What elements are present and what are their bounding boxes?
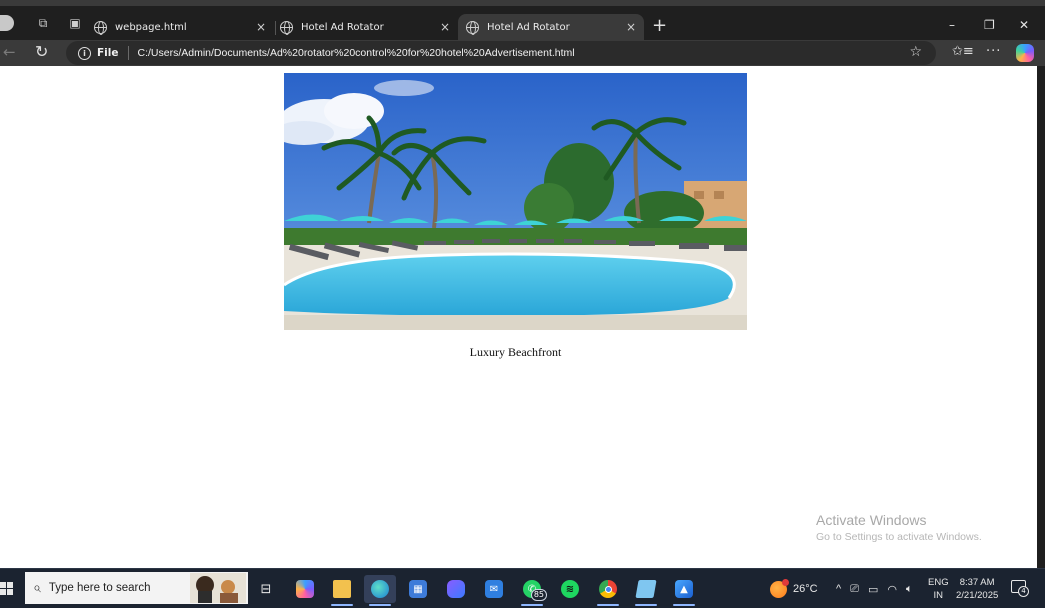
whatsapp-badge: 85: [530, 589, 547, 601]
ad-caption: Luxury Beachfront: [469, 345, 562, 359]
notepad-icon[interactable]: [630, 575, 662, 606]
scheme-label: File: [97, 47, 119, 59]
microsoft-store-icon[interactable]: ▦: [402, 575, 434, 603]
activate-windows-title: Activate Windows: [816, 512, 927, 528]
back-icon[interactable]: ←: [3, 43, 16, 61]
task-view-icon[interactable]: ⊟: [250, 575, 282, 603]
address-bar[interactable]: i File C:/Users/Admin/Documents/Ad%20rot…: [66, 41, 936, 65]
spotify-icon[interactable]: ≋: [554, 575, 586, 603]
system-tray: ^ ⎚ ▭ ◠ 🔈︎: [836, 569, 922, 608]
browser-toolbar: ← ↻ i File C:/Users/Admin/Documents/Ad%2…: [0, 40, 1045, 66]
copilot-icon[interactable]: [1016, 44, 1034, 62]
whatsapp-icon[interactable]: ✆ 85: [516, 575, 548, 606]
favorite-star-icon[interactable]: ☆: [909, 44, 922, 60]
edge-icon[interactable]: [364, 575, 396, 606]
minimize-button[interactable]: –: [949, 18, 955, 32]
search-highlight-art-icon: [190, 573, 246, 603]
tab-label: webpage.html: [115, 21, 187, 33]
photos-icon[interactable]: ▲: [668, 575, 700, 606]
mail-icon[interactable]: ✉: [478, 575, 510, 603]
globe-icon: [280, 20, 293, 35]
tab-strip-left-controls: ⧉ ▣: [0, 13, 94, 33]
url-text[interactable]: C:/Users/Admin/Documents/Ad%20rotator%20…: [138, 47, 575, 59]
language-line1: ENG: [928, 577, 949, 588]
search-placeholder: Type here to search: [48, 582, 151, 594]
windows-start-icon[interactable]: [0, 582, 13, 595]
globe-icon: [466, 20, 479, 35]
address-separator: [127, 46, 129, 60]
tab-label: Hotel Ad Rotator: [301, 21, 384, 33]
visual-studio-icon[interactable]: [440, 575, 472, 603]
wifi-icon[interactable]: ◠: [887, 583, 897, 596]
weather-icon: [770, 578, 789, 598]
tab-hotel-ad-rotator[interactable]: Hotel Ad Rotator ×: [272, 14, 458, 40]
clock-time: 8:37 AM: [959, 577, 995, 588]
volume-muted-icon[interactable]: 🔈︎: [906, 583, 913, 596]
meet-now-icon[interactable]: ⎚: [850, 583, 859, 596]
language-indicator[interactable]: ENG IN: [928, 569, 949, 608]
language-line2: IN: [933, 590, 944, 601]
globe-icon: [94, 20, 107, 35]
favorites-icon[interactable]: ✩≡: [952, 44, 974, 59]
weather-temperature: 26°C: [793, 583, 818, 595]
page-content: Luxury Beachfront Activate Windows Go to…: [0, 66, 1041, 568]
profile-icon[interactable]: [0, 15, 14, 31]
search-icon: ⌕: [33, 580, 41, 596]
resort-pool-illustration: [284, 73, 747, 330]
file-explorer-icon[interactable]: [326, 575, 358, 606]
activate-windows-subtitle: Go to Settings to activate Windows.: [816, 531, 982, 543]
reload-icon[interactable]: ↻: [35, 42, 48, 61]
chrome-icon[interactable]: [592, 575, 624, 606]
workspaces-icon[interactable]: ⧉: [30, 13, 56, 33]
clock-date: 2/21/2025: [956, 590, 999, 601]
battery-icon[interactable]: ▭: [868, 583, 878, 596]
restore-button[interactable]: ❐: [984, 18, 995, 32]
tab-actions-icon[interactable]: ▣: [62, 13, 88, 33]
tab-label: Hotel Ad Rotator: [487, 21, 570, 33]
close-window-button[interactable]: ✕: [1019, 18, 1029, 32]
show-hidden-icons-chevron[interactable]: ^: [836, 583, 841, 595]
tab-webpage[interactable]: webpage.html ×: [86, 14, 274, 40]
more-icon[interactable]: ···: [986, 44, 1001, 59]
notification-count: 4: [1018, 586, 1029, 597]
info-icon[interactable]: i: [78, 46, 91, 60]
tab-hotel-ad-rotator-active[interactable]: Hotel Ad Rotator ×: [458, 14, 644, 40]
tab-close-button[interactable]: ×: [626, 20, 636, 34]
tab-close-button[interactable]: ×: [256, 20, 266, 34]
new-tab-button[interactable]: +: [652, 17, 667, 35]
tab-close-button[interactable]: ×: [440, 20, 450, 34]
taskbar-search-box[interactable]: ⌕ Type here to search: [25, 572, 248, 604]
browser-window: ⧉ ▣ webpage.html × Hotel Ad Rotator × Ho…: [0, 0, 1045, 608]
clock[interactable]: 8:37 AM 2/21/2025: [956, 569, 998, 608]
copilot-app-icon[interactable]: [289, 575, 321, 603]
hotel-ad-image[interactable]: [284, 73, 747, 330]
tab-strip: ⧉ ▣ webpage.html × Hotel Ad Rotator × Ho…: [0, 0, 1045, 40]
weather-widget[interactable]: 26°C: [770, 569, 818, 608]
taskbar: ⌕ Type here to search ⊟ ▦ ✉ ✆ 85 ≋ ▲ 26°…: [0, 568, 1045, 608]
